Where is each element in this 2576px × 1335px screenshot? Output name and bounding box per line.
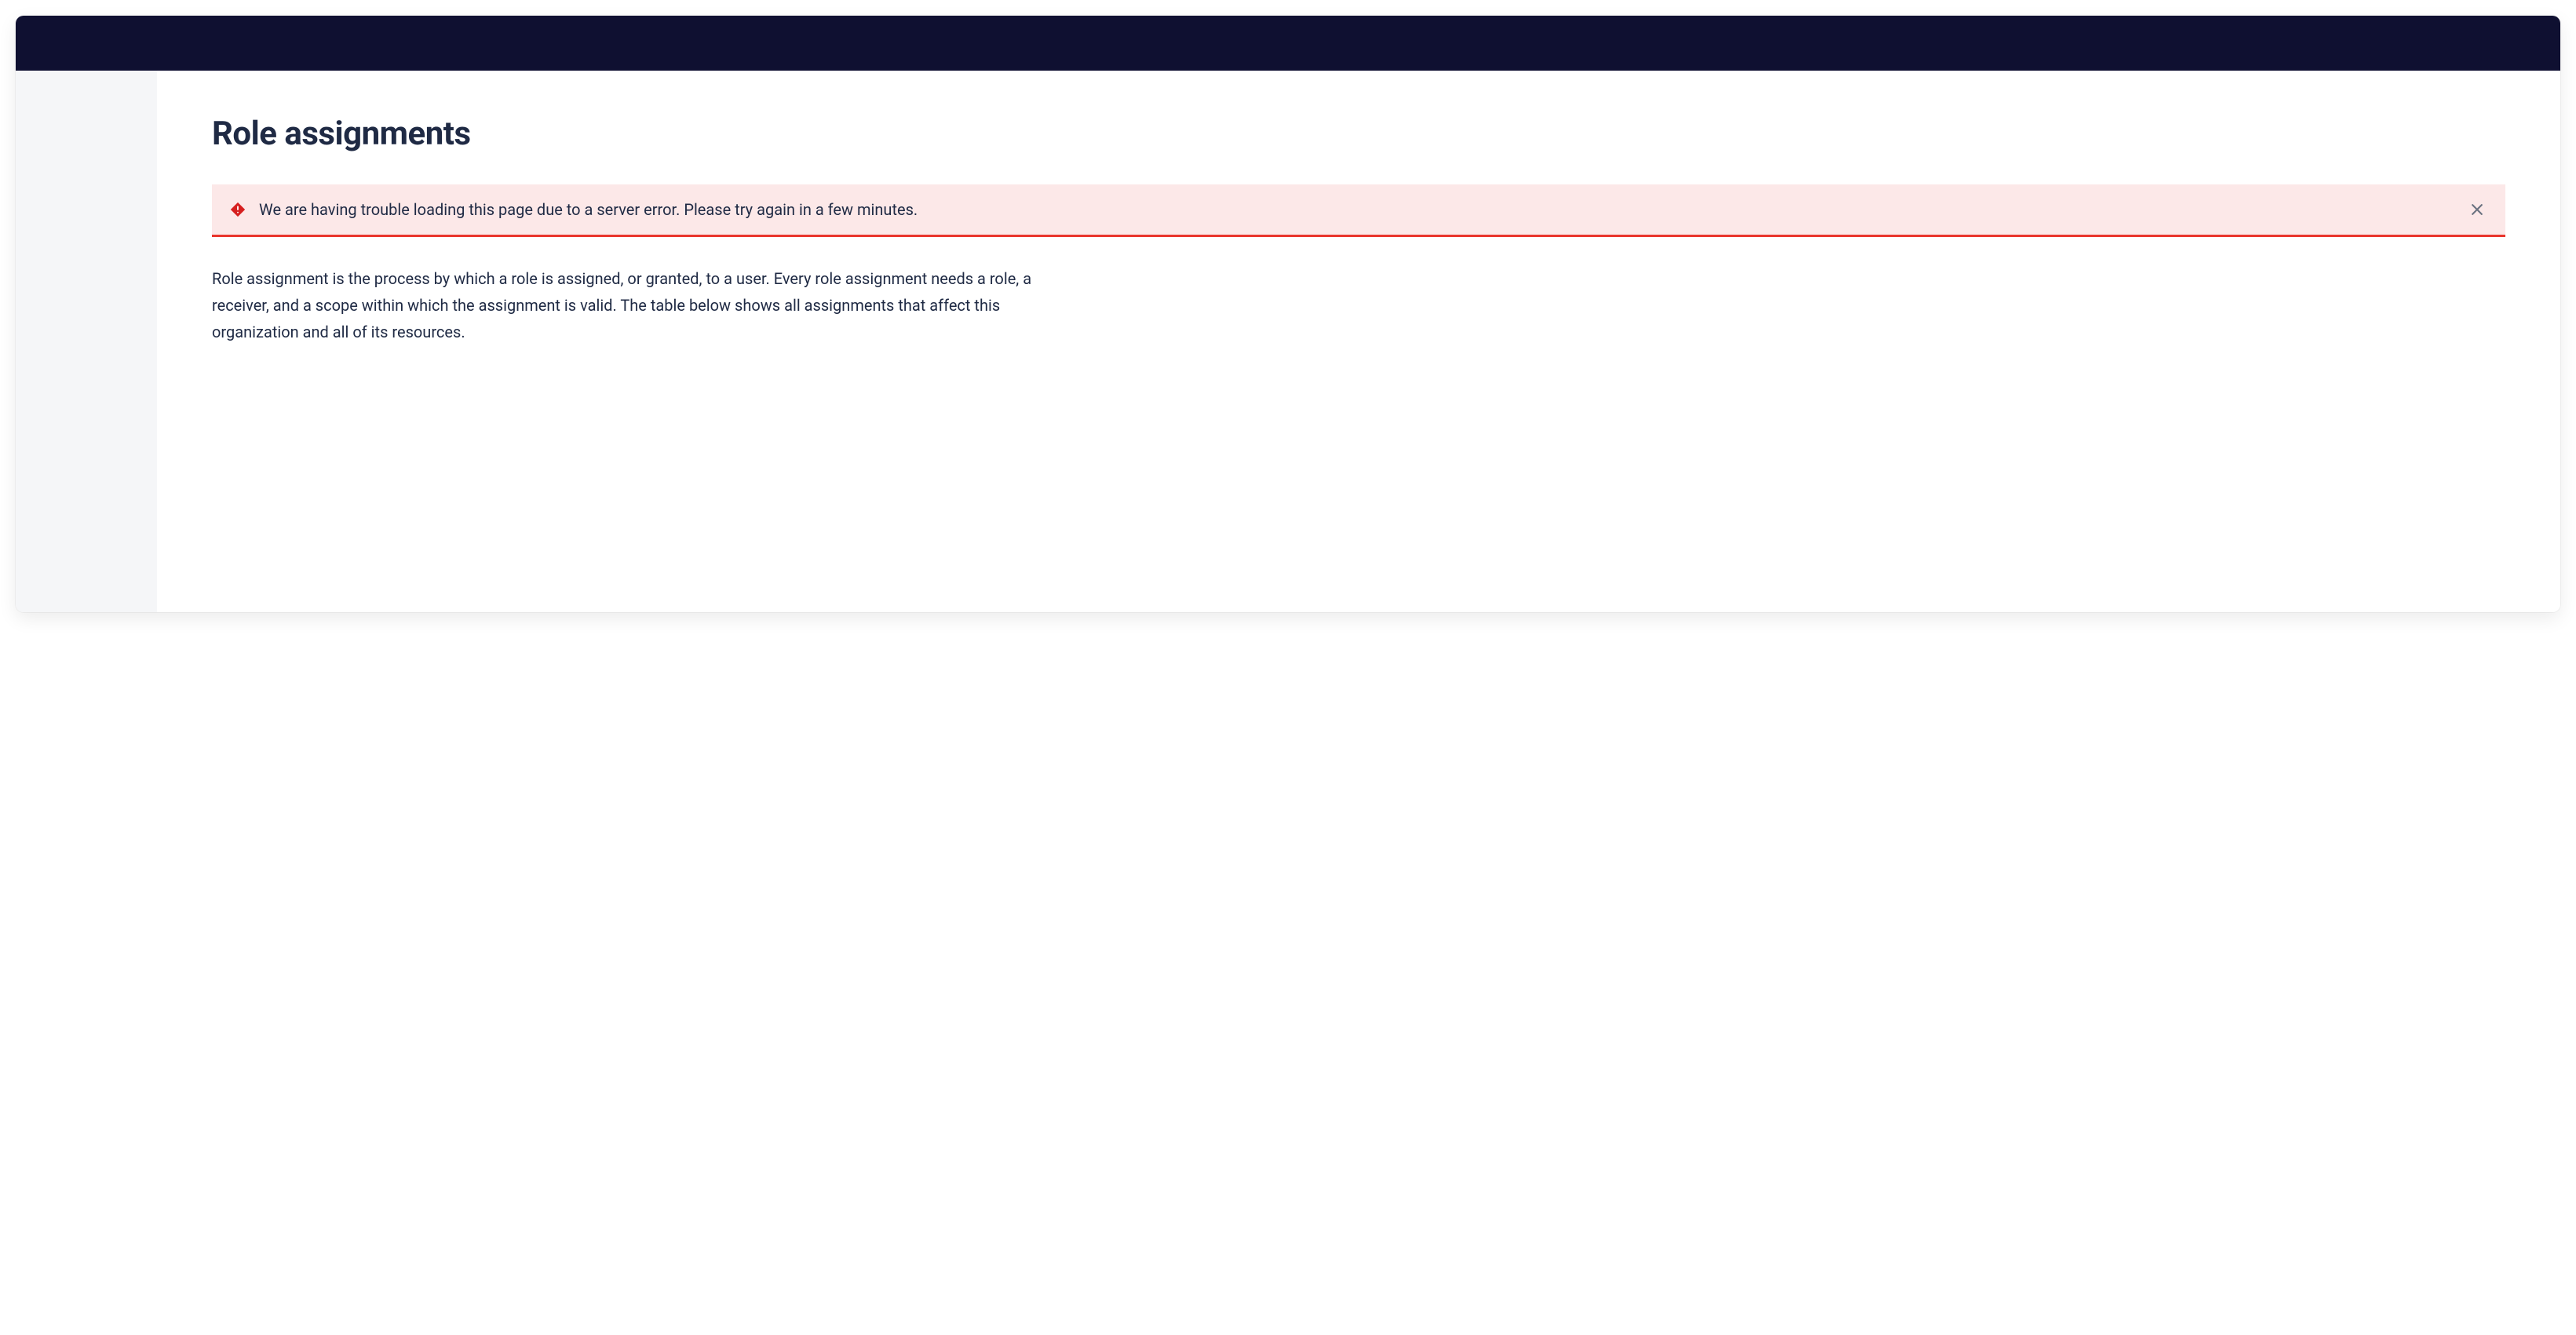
- page-description: Role assignment is the process by which …: [212, 265, 1075, 345]
- alert-close-button[interactable]: [2466, 199, 2488, 221]
- app-frame: Role assignments We are having trouble l…: [16, 16, 2560, 612]
- error-icon: [229, 201, 246, 218]
- error-alert: We are having trouble loading this page …: [212, 184, 2505, 237]
- sidebar: [16, 71, 157, 612]
- error-message: We are having trouble loading this page …: [259, 199, 2454, 221]
- body-area: Role assignments We are having trouble l…: [16, 71, 2560, 612]
- page-title: Role assignments: [212, 115, 2505, 153]
- close-icon: [2469, 202, 2485, 217]
- main-content: Role assignments We are having trouble l…: [157, 71, 2560, 612]
- top-nav-bar: [16, 16, 2560, 71]
